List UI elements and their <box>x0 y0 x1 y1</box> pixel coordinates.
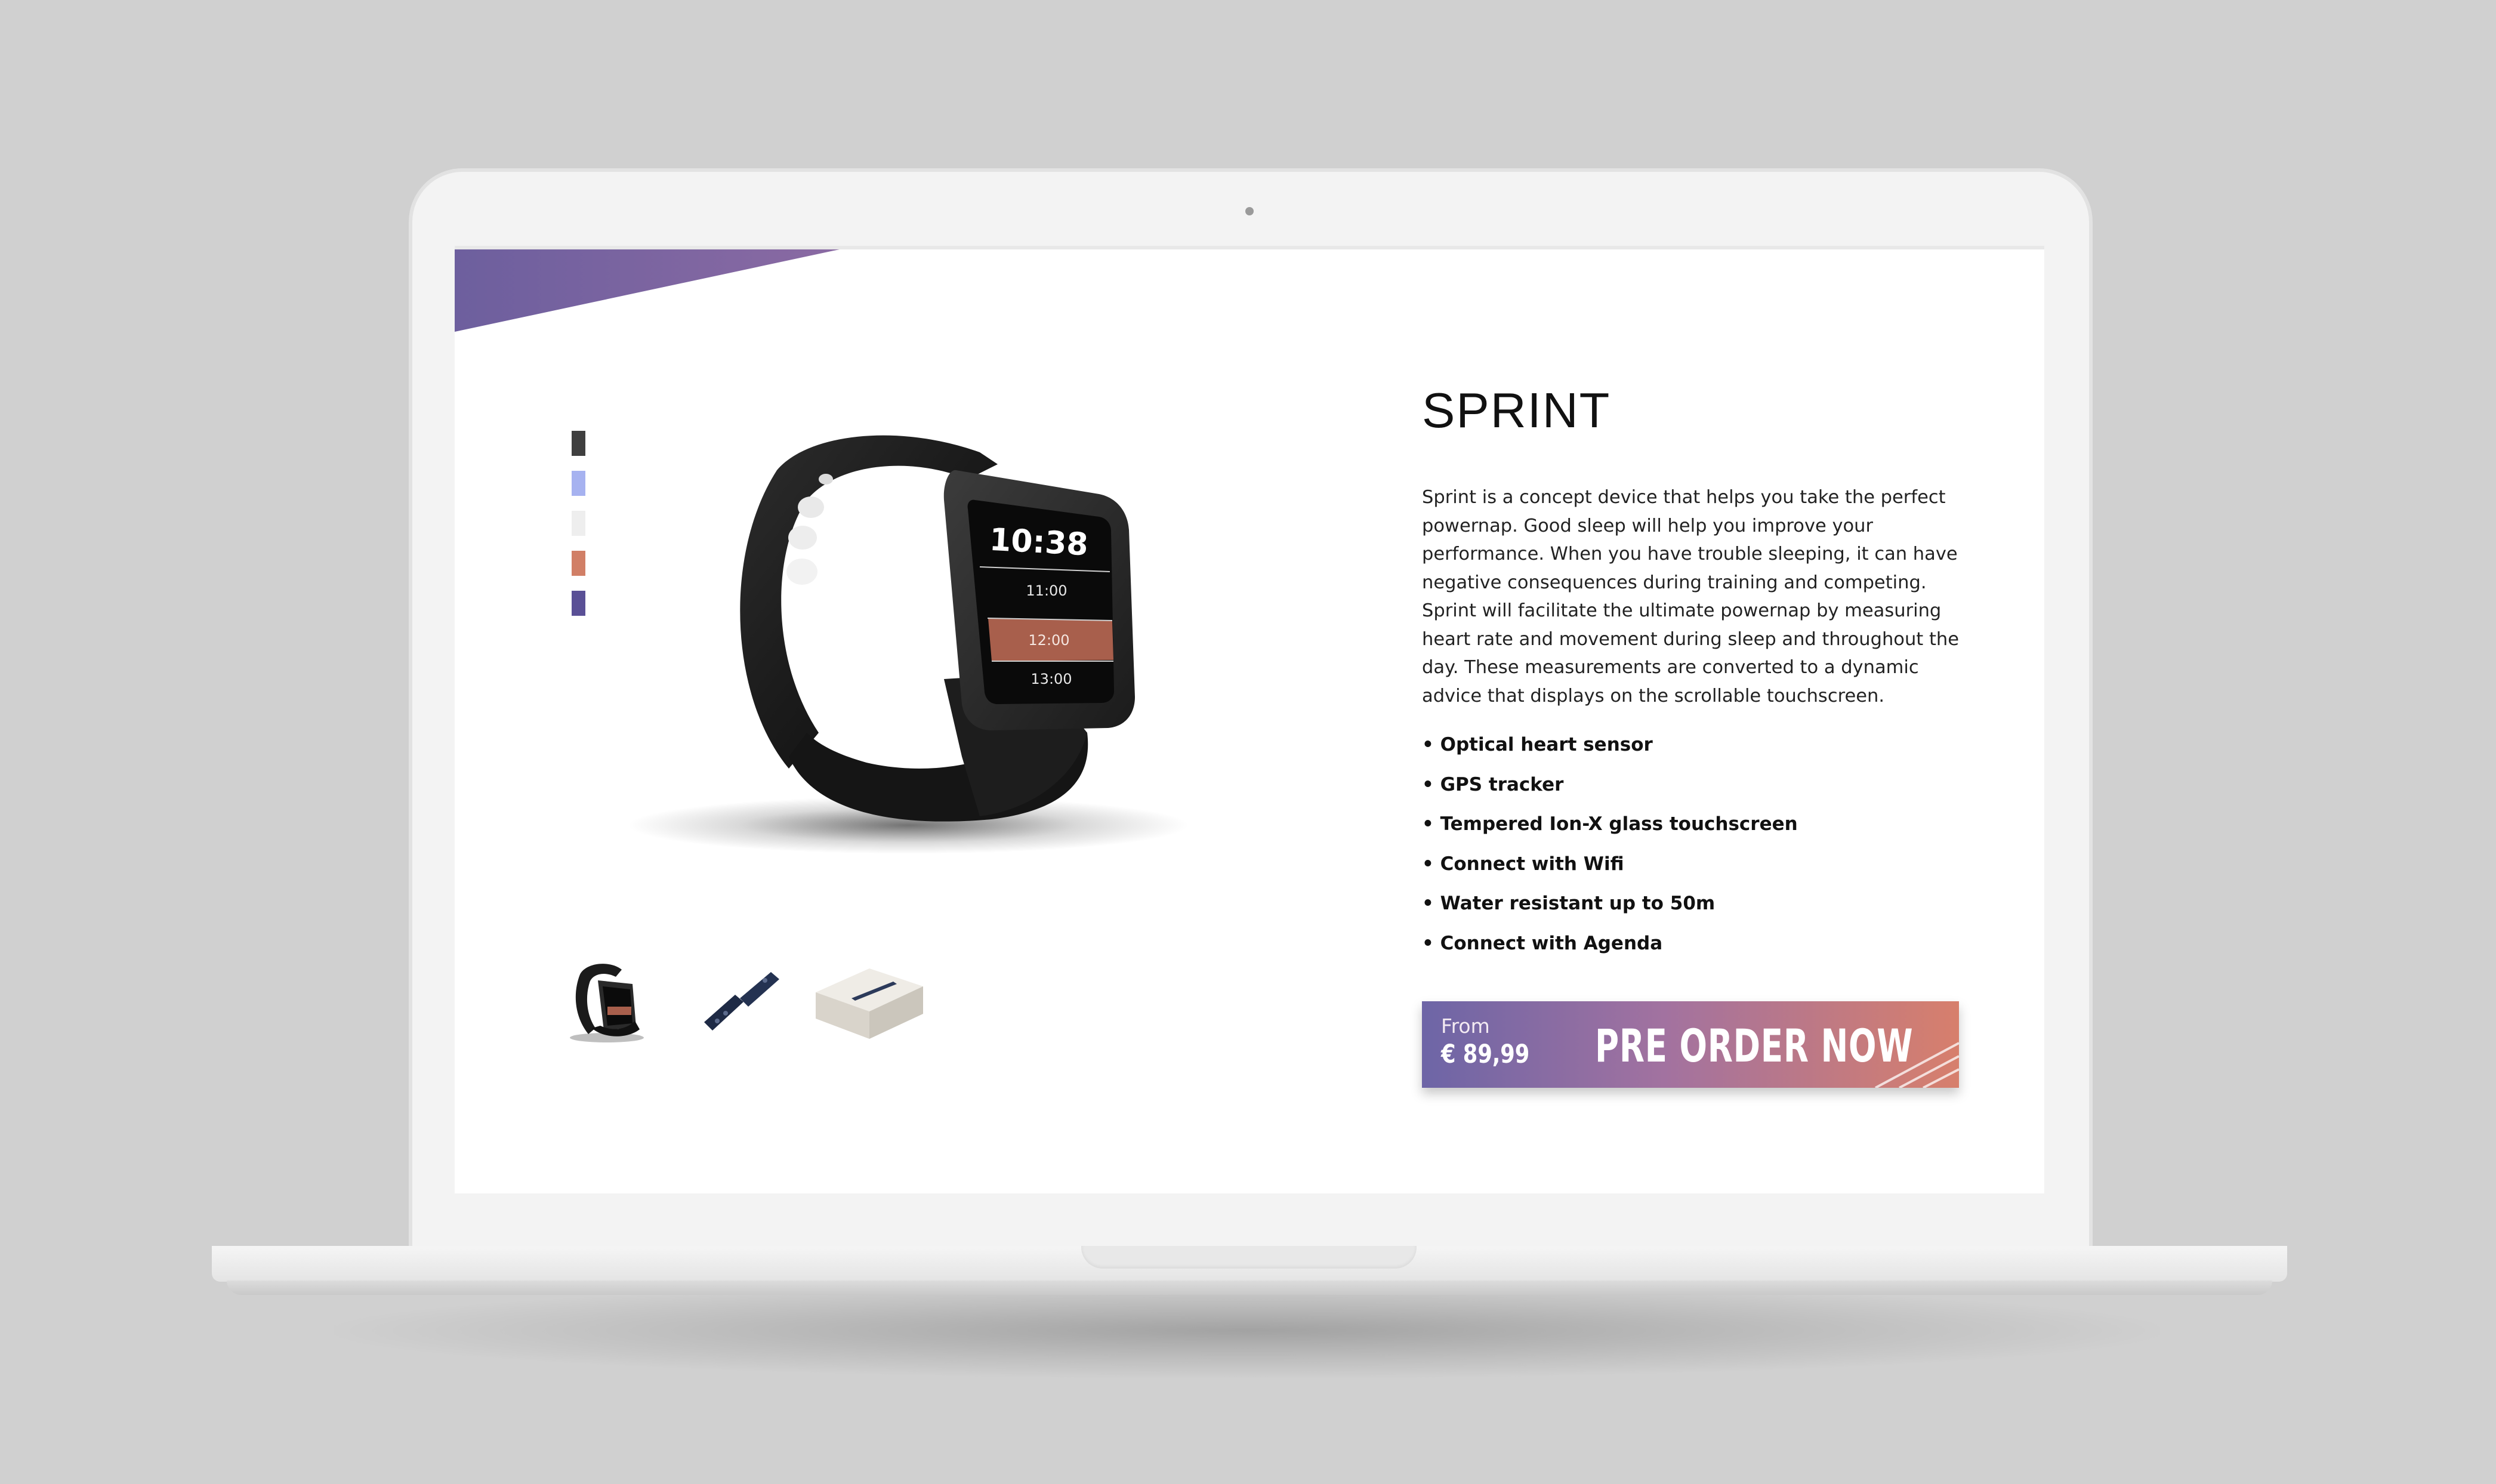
watch-row-1: 11:00 <box>1026 582 1067 599</box>
swatch-lavender[interactable] <box>572 471 585 496</box>
feature-item: • Tempered Ion-X glass touchscreen <box>1422 813 1798 835</box>
pre-order-button[interactable]: From € 89,99 PRE ORDER NOW <box>1422 1001 1959 1088</box>
watch-row-3: 13:00 <box>1031 671 1072 687</box>
feature-item: • Water resistant up to 50m <box>1422 893 1716 914</box>
product-image: 10:38 11:00 12:00 13:00 <box>628 435 1189 854</box>
product-description: Sprint is a concept device that helps yo… <box>1422 487 1960 706</box>
feature-item: • Connect with Wifi <box>1422 853 1624 875</box>
swatch-dark-grey[interactable] <box>572 431 585 456</box>
swatch-coral[interactable] <box>572 551 585 576</box>
feature-item: • GPS tracker <box>1422 773 1564 795</box>
webcam <box>1245 207 1254 215</box>
swatch-white[interactable] <box>572 511 585 536</box>
watch-row-2: 12:00 <box>1028 632 1069 649</box>
laptop-notch <box>1081 1246 1417 1269</box>
corner-decoration <box>455 249 840 332</box>
price-from-label: From <box>1441 1014 1490 1038</box>
web-page: 10:38 11:00 12:00 13:00 SPRINT Sprint is… <box>455 246 2044 1193</box>
color-swatches <box>572 431 585 631</box>
thumbnail-strap[interactable] <box>693 957 789 1046</box>
feature-list: • Optical heart sensor • GPS tracker • T… <box>1422 733 1798 971</box>
price-value: € 89,99 <box>1441 1039 1530 1069</box>
thumbnail-box[interactable] <box>810 957 929 1046</box>
thumbnail-watch[interactable] <box>556 957 652 1046</box>
feature-item: • Connect with Agenda <box>1422 932 1663 954</box>
swatch-purple[interactable] <box>572 591 585 616</box>
product-title: SPRINT <box>1422 382 1611 438</box>
watch-time: 10:38 <box>989 522 1089 563</box>
stripes-decoration <box>1875 1042 1959 1088</box>
laptop-shadow <box>334 1283 2160 1378</box>
laptop-base-edge <box>227 1281 2272 1295</box>
feature-item: • Optical heart sensor <box>1422 734 1653 755</box>
